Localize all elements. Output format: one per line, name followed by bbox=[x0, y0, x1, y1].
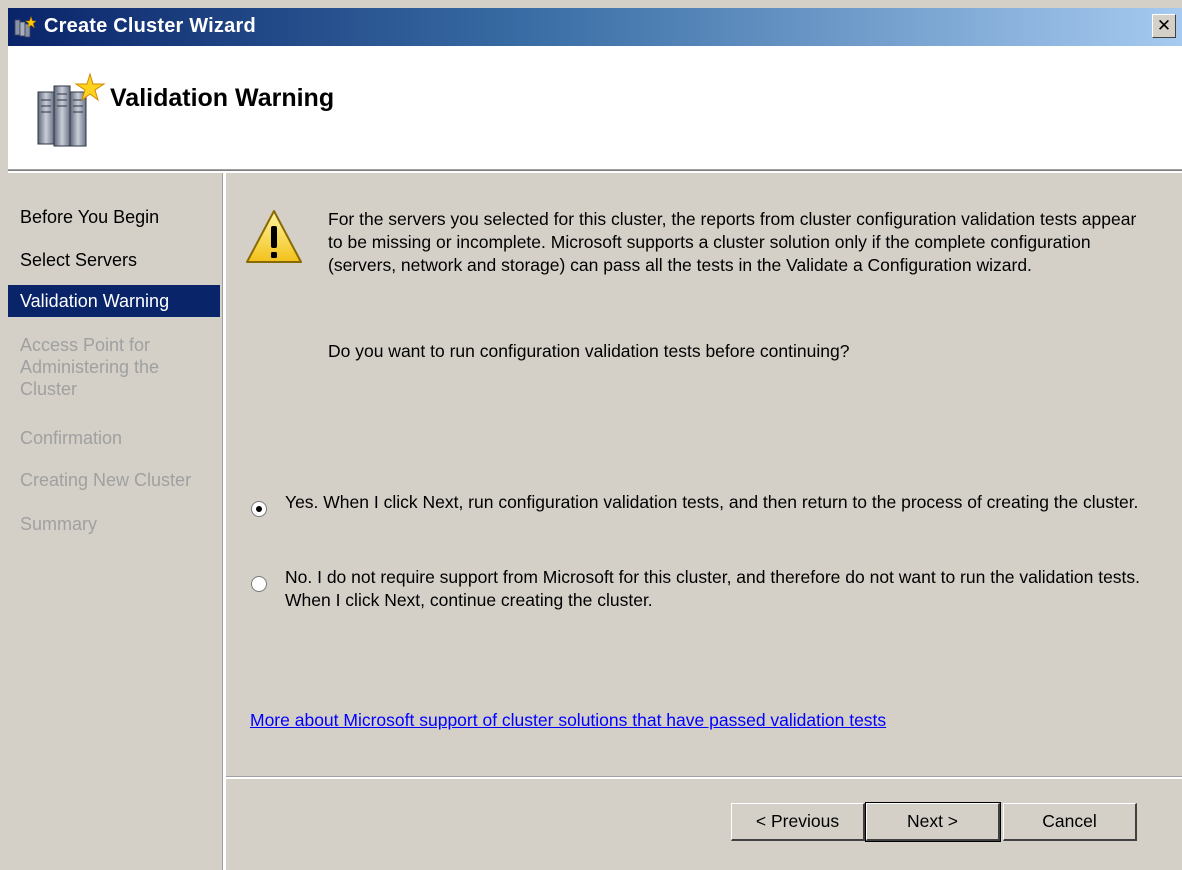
footer-divider bbox=[226, 776, 1182, 779]
close-icon: ✕ bbox=[1156, 16, 1172, 36]
cluster-server-icon bbox=[37, 72, 106, 147]
no-radio[interactable] bbox=[251, 576, 267, 592]
next-button[interactable]: Next > bbox=[865, 802, 1001, 842]
cancel-button[interactable]: Cancel bbox=[1003, 803, 1137, 841]
window-title: Create Cluster Wizard bbox=[44, 15, 256, 37]
wizard-steps-sidebar: Before You Begin Select Servers Validati… bbox=[8, 173, 222, 870]
title-bar[interactable]: Create Cluster Wizard ✕ bbox=[8, 8, 1182, 46]
radio-selected-dot bbox=[256, 506, 262, 512]
step-access-point: Access Point for Administering the Clust… bbox=[20, 335, 160, 399]
create-cluster-wizard-window: Create Cluster Wizard ✕ Validation Warni… bbox=[0, 0, 1182, 870]
validation-question: Do you want to run configuration validat… bbox=[328, 341, 850, 361]
page-title: Validation Warning bbox=[110, 84, 335, 112]
close-button[interactable]: ✕ bbox=[1152, 14, 1176, 38]
step-creating-new-cluster: Creating New Cluster bbox=[20, 470, 192, 490]
wizard-header: Validation Warning bbox=[8, 46, 1182, 170]
yes-option-label[interactable]: Yes. When I click Next, run configuratio… bbox=[285, 491, 1145, 514]
step-validation-warning[interactable]: Validation Warning bbox=[8, 285, 220, 317]
warning-icon bbox=[246, 210, 302, 263]
step-confirmation: Confirmation bbox=[20, 428, 123, 448]
cluster-wizard-icon bbox=[14, 16, 36, 38]
step-select-servers[interactable]: Select Servers bbox=[8, 249, 220, 271]
sidebar-divider bbox=[222, 173, 226, 870]
no-option-label[interactable]: No. I do not require support from Micros… bbox=[285, 566, 1145, 612]
yes-radio[interactable] bbox=[251, 501, 267, 517]
warning-message: For the servers you selected for this cl… bbox=[328, 209, 1137, 275]
step-before-you-begin[interactable]: Before You Begin bbox=[8, 206, 220, 228]
support-info-link[interactable]: More about Microsoft support of cluster … bbox=[250, 710, 886, 731]
previous-button[interactable]: < Previous bbox=[731, 803, 865, 841]
step-summary: Summary bbox=[20, 514, 98, 534]
